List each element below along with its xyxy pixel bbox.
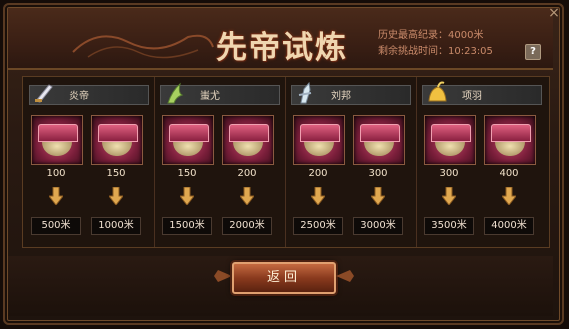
helmet-icon bbox=[428, 81, 447, 102]
reward-chest[interactable] bbox=[31, 115, 83, 165]
reward-chest[interactable] bbox=[222, 115, 274, 165]
distance-label: 1500米 bbox=[162, 217, 212, 235]
best-record: 历史最高纪录：4000米 bbox=[378, 30, 484, 41]
reward-chest[interactable] bbox=[353, 115, 405, 165]
decorative-swirl bbox=[72, 34, 214, 59]
hero-group: 炎帝 100 150 500米 1000米 bbox=[23, 77, 155, 247]
page-title: 先帝试炼 bbox=[216, 30, 348, 66]
hero-group: 项羽 300 400 3500米 4000米 bbox=[416, 77, 547, 247]
distance-label: 2500米 bbox=[293, 217, 343, 235]
distance-label: 4000米 bbox=[484, 217, 534, 235]
hero-name: 蚩尤 bbox=[200, 91, 220, 102]
reward-chest[interactable] bbox=[293, 115, 345, 165]
remaining-time: 剩余挑战时间：10:23:05 bbox=[378, 46, 493, 57]
distance-label: 500米 bbox=[31, 217, 81, 235]
hero-name: 刘邦 bbox=[331, 91, 351, 102]
distance-label: 3500米 bbox=[424, 217, 474, 235]
down-arrow-icon bbox=[240, 187, 254, 205]
reward-value: 150 bbox=[106, 168, 126, 179]
claw-icon bbox=[167, 82, 184, 104]
hero-name: 项羽 bbox=[462, 91, 482, 102]
reward-value: 150 bbox=[177, 168, 197, 179]
left-ornament-icon bbox=[214, 270, 232, 282]
reward-chest[interactable] bbox=[484, 115, 536, 165]
reward-chest[interactable] bbox=[424, 115, 476, 165]
down-arrow-icon bbox=[371, 187, 385, 205]
reward-value: 100 bbox=[46, 168, 66, 179]
distance-label: 3000米 bbox=[353, 217, 403, 235]
reward-value: 200 bbox=[237, 168, 257, 179]
reward-value: 300 bbox=[439, 168, 459, 179]
down-arrow-icon bbox=[180, 187, 194, 205]
down-arrow-icon bbox=[109, 187, 123, 205]
reward-panel: 炎帝 100 150 500米 1000米 蚩尤 150 200 1500米 2… bbox=[22, 76, 550, 248]
back-button[interactable]: 返回 bbox=[232, 262, 336, 294]
down-arrow-icon bbox=[311, 187, 325, 205]
record-info: 历史最高纪录：4000米 剩余挑战时间：10:23:05 bbox=[378, 28, 493, 60]
reward-value: 400 bbox=[499, 168, 519, 179]
down-arrow-icon bbox=[502, 187, 516, 205]
help-button[interactable]: ? bbox=[525, 44, 541, 60]
sword-icon bbox=[35, 84, 53, 103]
down-arrow-icon bbox=[442, 187, 456, 205]
distance-label: 1000米 bbox=[91, 217, 141, 235]
reward-value: 300 bbox=[368, 168, 388, 179]
right-ornament-icon bbox=[336, 270, 354, 282]
reward-chest[interactable] bbox=[162, 115, 214, 165]
distance-label: 2000米 bbox=[222, 217, 272, 235]
hero-group: 蚩尤 150 200 1500米 2000米 bbox=[154, 77, 286, 247]
close-button[interactable]: × bbox=[547, 6, 561, 20]
down-arrow-icon bbox=[49, 187, 63, 205]
reward-chest[interactable] bbox=[91, 115, 143, 165]
blade-icon bbox=[298, 81, 312, 104]
hero-name: 炎帝 bbox=[69, 91, 89, 102]
hero-group: 刘邦 200 300 2500米 3000米 bbox=[285, 77, 417, 247]
reward-value: 200 bbox=[308, 168, 328, 179]
